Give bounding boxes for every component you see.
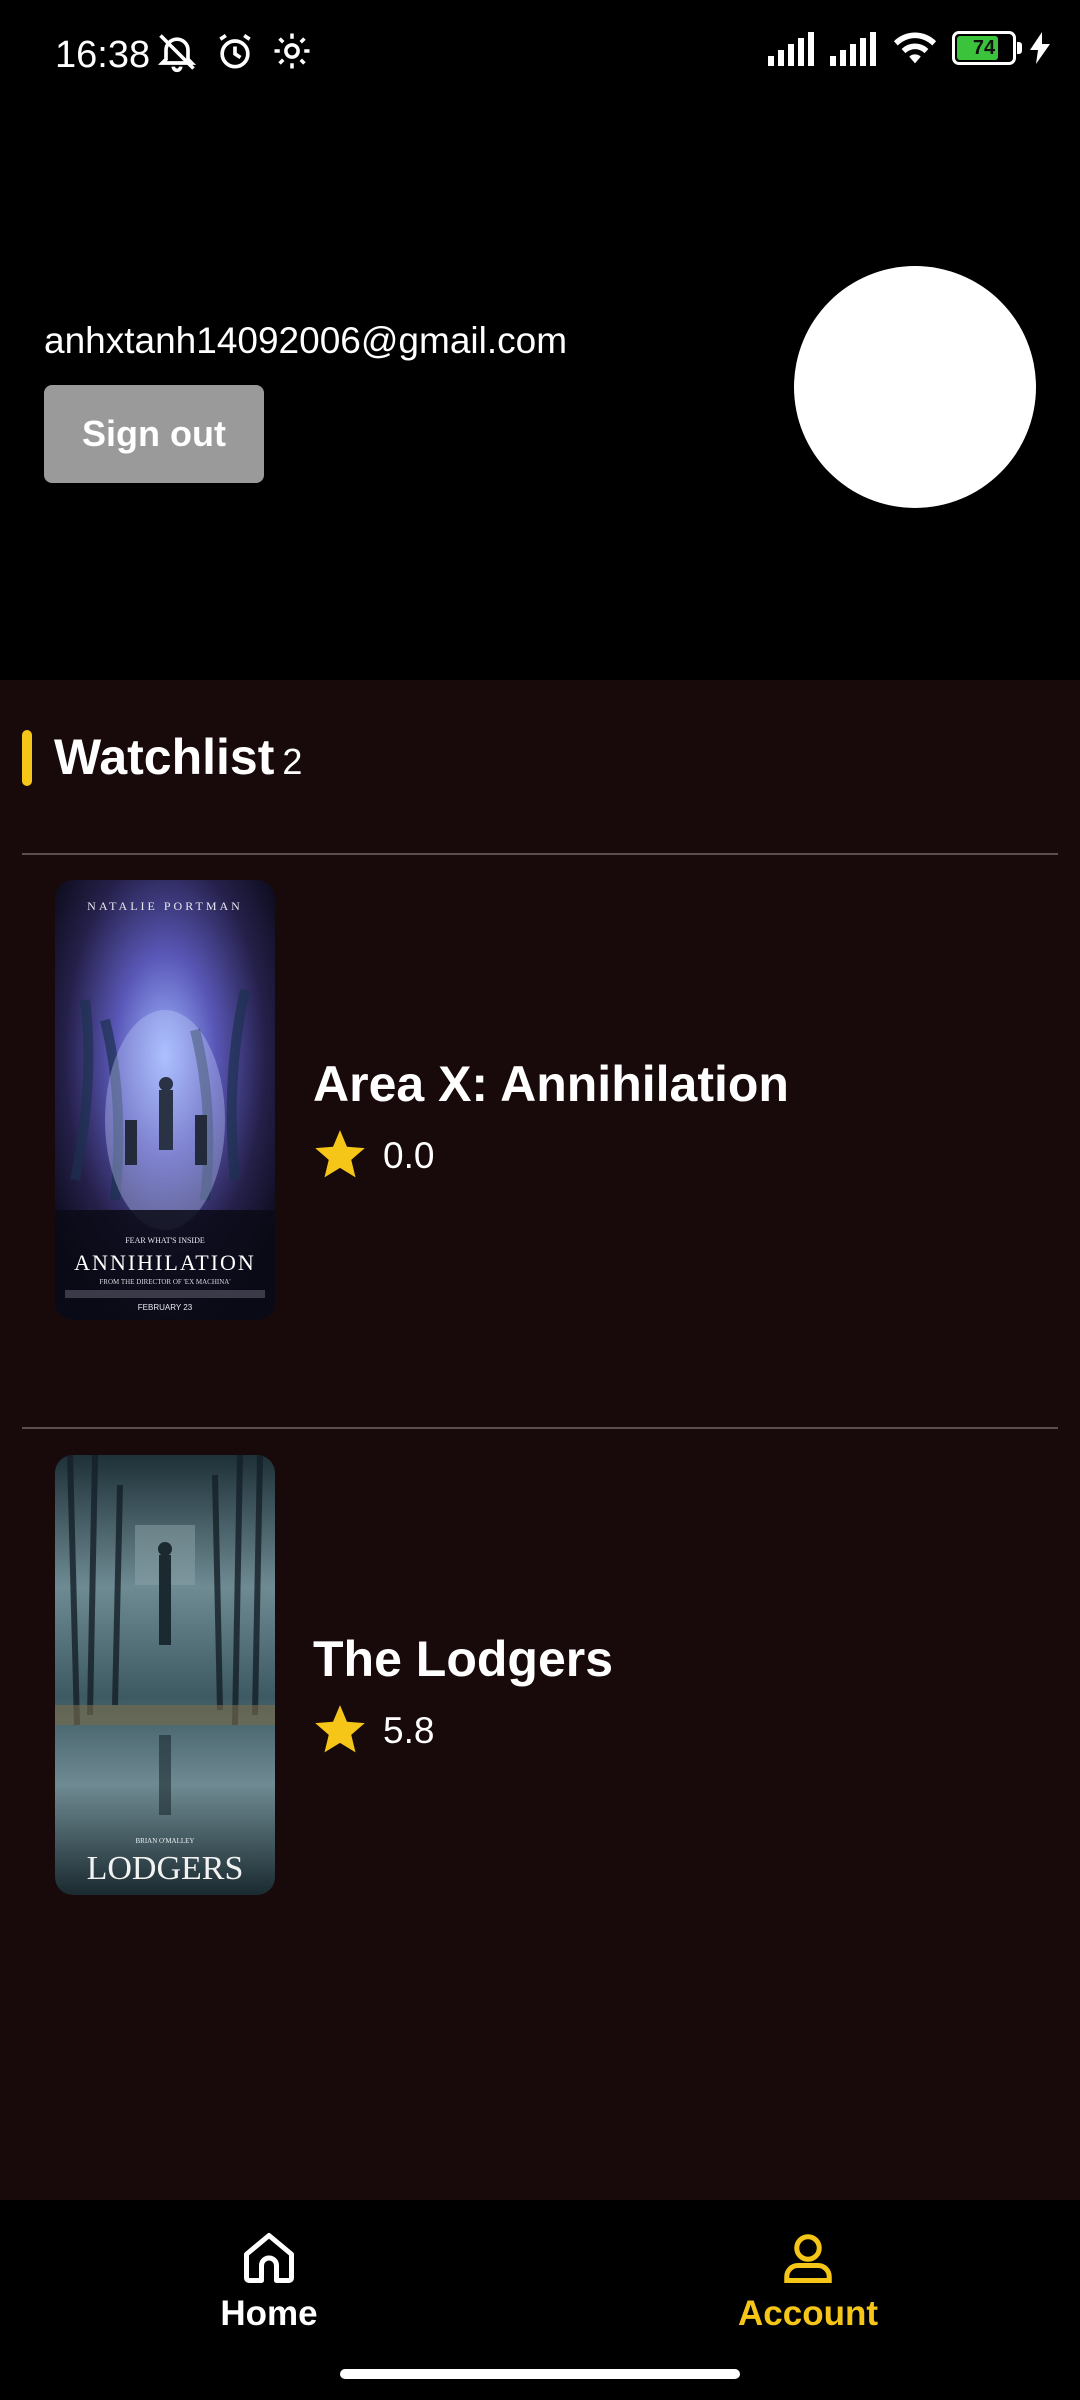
home-icon [244,2233,294,2283]
signal-icon [768,32,814,66]
section-title: Watchlist 2 [54,728,302,786]
battery-icon: 74 [952,31,1022,65]
nav-home[interactable]: Home [119,2228,419,2334]
status-icons-right: 74 [768,30,1050,66]
account-icon [784,2234,832,2283]
poster-date: FEBRUARY 23 [138,1303,193,1312]
watchlist-item[interactable]: BRIAN O'MALLEY LODGERS The Lodgers 5.8 [0,1455,1080,1925]
poster-name: ANNIHILATION [74,1250,256,1275]
watchlist-count: 2 [282,741,303,782]
poster-tagline: FEAR WHAT'S INSIDE [125,1236,205,1245]
home-indicator[interactable] [340,2369,740,2379]
poster-top-text: NATALIE PORTMAN [87,899,243,913]
movie-poster[interactable]: NATALIE PORTMAN FEAR WHAT'S INSIDE ANNIH… [55,880,275,1320]
divider [22,1427,1058,1429]
movie-title[interactable]: The Lodgers [313,1630,613,1688]
watchlist-item[interactable]: NATALIE PORTMAN FEAR WHAT'S INSIDE ANNIH… [0,880,1080,1350]
watchlist-title: Watchlist [54,729,275,785]
star-icon [315,1130,365,1178]
rating-value: 5.8 [383,1710,435,1751]
rating-row: 5.8 [313,1705,434,1757]
nav-account[interactable]: Account [658,2228,958,2334]
battery-level: 74 [972,36,996,59]
poster-credit: FROM THE DIRECTOR OF 'EX MACHINA' [99,1278,230,1286]
movie-poster[interactable]: BRIAN O'MALLEY LODGERS [55,1455,275,1895]
divider [22,853,1058,855]
rating-row: 0.0 [313,1130,434,1182]
watchlist-section: Watchlist 2 NATALIE PORTMAN FEAR WHAT'S … [0,680,1080,2200]
user-email: anhxtanh14092006@gmail.com [44,320,568,361]
nav-account-label: Account [738,2294,878,2333]
settings-gear-icon [274,33,310,69]
alarm-icon [219,33,251,69]
poster-director: BRIAN O'MALLEY [135,1837,194,1845]
status-time: 16:38 [55,34,151,76]
nav-home-label: Home [220,2294,318,2333]
rating-value: 0.0 [383,1135,435,1176]
movie-title[interactable]: Area X: Annihilation [313,1055,789,1113]
star-icon [315,1705,365,1753]
section-accent-bar [22,730,32,786]
charging-bolt-icon [1030,32,1050,64]
poster-name: LODGERS [87,1850,244,1887]
status-icons-left [155,30,313,74]
mute-notifications-icon [157,34,197,73]
signal-icon-2 [830,32,876,66]
avatar[interactable] [794,266,1036,508]
status-bar: 16:38 74 [0,0,1080,115]
wifi-icon [893,32,937,64]
sign-out-button[interactable]: Sign out [44,385,264,483]
